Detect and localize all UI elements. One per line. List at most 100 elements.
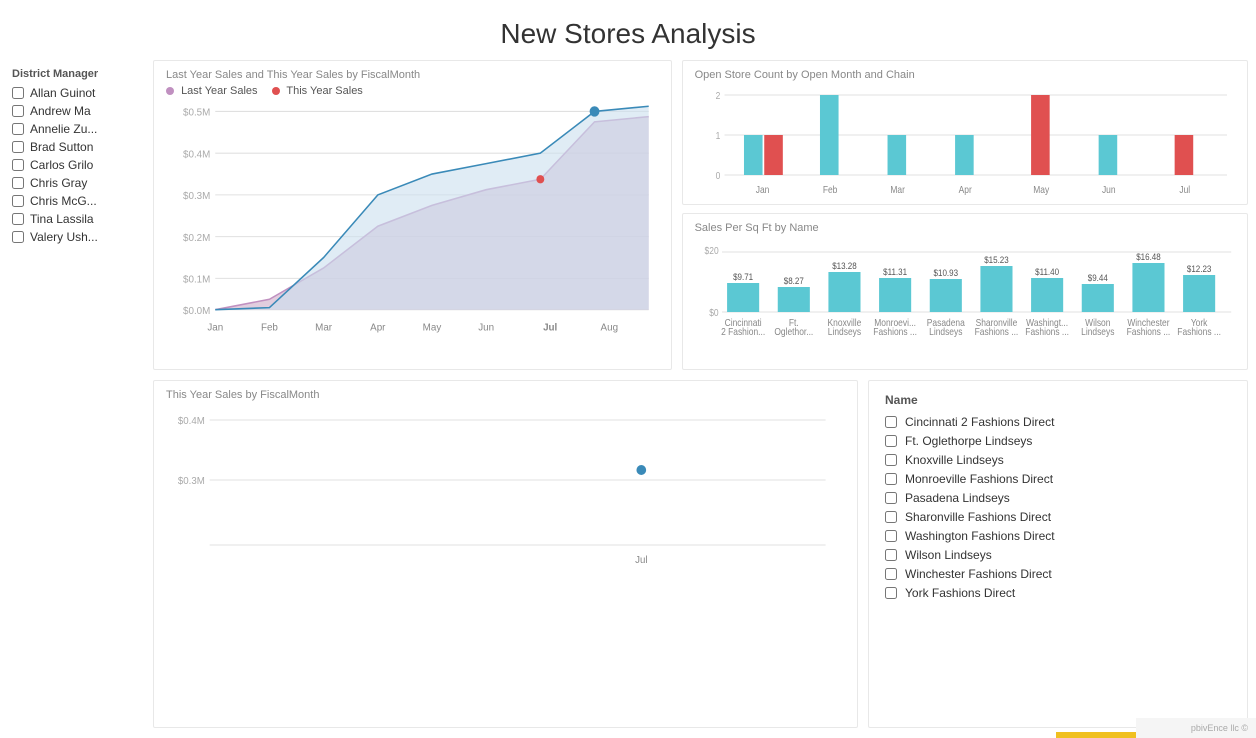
name-list-item[interactable]: Winchester Fashions Direct (885, 567, 1231, 581)
name-list-item-label: Winchester Fashions Direct (905, 567, 1052, 581)
name-list-checkbox[interactable] (885, 473, 897, 485)
svg-text:$10.93: $10.93 (933, 267, 958, 278)
sidebar-item[interactable]: Carlos Grilo (12, 158, 133, 172)
sidebar-item[interactable]: Chris Gray (12, 176, 133, 190)
sidebar-item[interactable]: Andrew Ma (12, 104, 133, 118)
this-year-chart-panel: This Year Sales by FiscalMonth $0.4M $0.… (153, 380, 858, 728)
bar-cincinnati (727, 283, 759, 312)
name-list-item-label: Monroeville Fashions Direct (905, 472, 1053, 486)
name-list-item[interactable]: Pasadena Lindseys (885, 491, 1231, 505)
name-list-checkbox[interactable] (885, 549, 897, 561)
bar-feb-fashions (820, 95, 839, 175)
name-list-item[interactable]: Cincinnati 2 Fashions Direct (885, 415, 1231, 429)
sidebar-checkbox[interactable] (12, 231, 24, 243)
svg-text:Mar: Mar (890, 184, 905, 195)
name-list-checkbox[interactable] (885, 435, 897, 447)
name-list-item[interactable]: York Fashions Direct (885, 586, 1231, 600)
svg-text:$8.27: $8.27 (783, 275, 803, 286)
name-list-item-label: Wilson Lindseys (905, 548, 992, 562)
name-list-checkbox[interactable] (885, 454, 897, 466)
svg-text:Jun: Jun (478, 322, 494, 333)
svg-text:$15.23: $15.23 (984, 254, 1009, 265)
last-year-highlight-dot (536, 175, 544, 183)
bar-pasadena (929, 279, 961, 312)
name-list-checkbox[interactable] (885, 587, 897, 599)
sidebar-item-label: Valery Ush... (30, 230, 98, 244)
yellow-accent-bar (1056, 732, 1136, 738)
bar-monroeville (879, 278, 911, 312)
this-year-highlight-dot (590, 106, 600, 116)
svg-text:Feb: Feb (822, 184, 837, 195)
last-year-dot (166, 87, 174, 95)
sqft-chart-svg: $20 $0 $9.71 Cincinnati 2 Fashion... (695, 238, 1235, 358)
name-list-checkbox[interactable] (885, 416, 897, 428)
sidebar-checkbox[interactable] (12, 123, 24, 135)
sidebar-checkbox[interactable] (12, 159, 24, 171)
this-year-legend-item: This Year Sales (272, 85, 363, 97)
svg-text:Apr: Apr (370, 322, 386, 333)
sidebar-item[interactable]: Annelie Zu... (12, 122, 133, 136)
sidebar-item[interactable]: Tina Lassila (12, 212, 133, 226)
svg-text:0: 0 (715, 170, 720, 181)
sidebar-checkbox[interactable] (12, 195, 24, 207)
name-list-item-label: York Fashions Direct (905, 586, 1015, 600)
sidebar-item[interactable]: Brad Sutton (12, 140, 133, 154)
svg-text:$0.2M: $0.2M (183, 233, 210, 244)
svg-text:$0.5M: $0.5M (183, 107, 210, 118)
name-list-title: Name (885, 393, 1231, 407)
this-year-chart-title: This Year Sales by FiscalMonth (166, 389, 845, 401)
svg-text:$0.3M: $0.3M (178, 476, 205, 487)
bar-apr-fashions (955, 135, 974, 175)
name-list-item-label: Cincinnati 2 Fashions Direct (905, 415, 1054, 429)
bar-ft-oglethorpe (777, 287, 809, 312)
sidebar-checkbox[interactable] (12, 177, 24, 189)
sidebar-item[interactable]: Valery Ush... (12, 230, 133, 244)
line-chart-title: Last Year Sales and This Year Sales by F… (166, 69, 659, 81)
sidebar-item-label: Chris Gray (30, 176, 87, 190)
svg-text:Lindseys: Lindseys (929, 326, 963, 337)
this-year-area (215, 106, 648, 309)
svg-text:Mar: Mar (315, 322, 333, 333)
name-list-panel: Name Cincinnati 2 Fashions Direct Ft. Ogl… (868, 380, 1248, 728)
svg-text:$0.3M: $0.3M (183, 191, 210, 202)
svg-text:Jan: Jan (207, 322, 223, 333)
name-list-item[interactable]: Monroeville Fashions Direct (885, 472, 1231, 486)
sidebar-checkbox[interactable] (12, 213, 24, 225)
name-list-item[interactable]: Knoxville Lindseys (885, 453, 1231, 467)
line-chart-legend: Last Year Sales This Year Sales (166, 85, 659, 97)
name-list-item[interactable]: Wilson Lindseys (885, 548, 1231, 562)
sidebar-item-label: Tina Lassila (30, 212, 94, 226)
name-list-item[interactable]: Washington Fashions Direct (885, 529, 1231, 543)
bar-knoxville (828, 272, 860, 312)
svg-text:$11.31: $11.31 (883, 266, 907, 277)
this-year-single-dot (636, 465, 646, 475)
name-list-checkbox[interactable] (885, 492, 897, 504)
name-list-item-label: Washington Fashions Direct (905, 529, 1055, 543)
name-list-checkbox[interactable] (885, 511, 897, 523)
bar-may-lindseys (1031, 95, 1050, 175)
bar-mar-fashions (887, 135, 906, 175)
sidebar-title: District Manager (12, 68, 133, 80)
name-list-checkbox[interactable] (885, 568, 897, 580)
sidebar-checkbox[interactable] (12, 87, 24, 99)
svg-text:Oglethor...: Oglethor... (774, 326, 813, 337)
svg-text:Fashions ...: Fashions ... (974, 326, 1018, 337)
svg-text:Fashions ...: Fashions ... (873, 326, 917, 337)
name-list-item[interactable]: Ft. Oglethorpe Lindseys (885, 434, 1231, 448)
name-list-item[interactable]: Sharonville Fashions Direct (885, 510, 1231, 524)
bar-sharonville (980, 266, 1012, 312)
svg-text:$12.23: $12.23 (1186, 263, 1211, 274)
bar-jan-lindseys (764, 135, 783, 175)
svg-text:Lindseys: Lindseys (827, 326, 861, 337)
sidebar-item-label: Chris McG... (30, 194, 97, 208)
sidebar-checkbox[interactable] (12, 141, 24, 153)
name-list-checkbox[interactable] (885, 530, 897, 542)
sidebar-item[interactable]: Allan Guinot (12, 86, 133, 100)
sidebar-checkbox[interactable] (12, 105, 24, 117)
svg-text:Apr: Apr (958, 184, 971, 195)
right-column: Open Store Count by Open Month and Chain… (682, 60, 1248, 370)
bar-jun-fashions (1098, 135, 1117, 175)
svg-text:Jul: Jul (1179, 184, 1190, 195)
this-year-chart-svg: $0.4M $0.3M Jul (166, 405, 845, 585)
sidebar-item[interactable]: Chris McG... (12, 194, 133, 208)
